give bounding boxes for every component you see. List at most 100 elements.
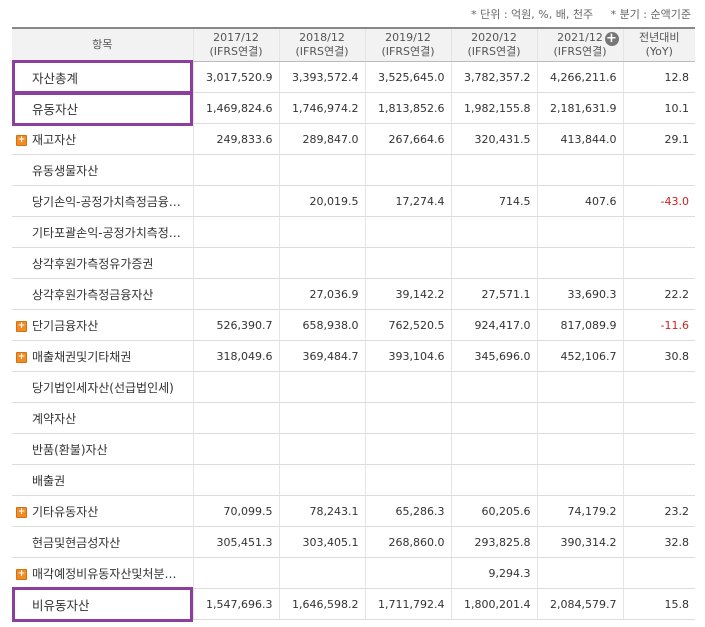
table-row: 현금및현금성자산 305,451.3 303,405.1 268,860.0 293,8… (12, 526, 695, 558)
value-cell (279, 371, 366, 403)
value-cell: 526,390.7 (193, 309, 280, 341)
table-row: 배출권 (12, 464, 695, 496)
row-label: 배출권 (32, 473, 66, 488)
row-label-cell: 유동생물자산 (12, 154, 194, 186)
value-cell: 9,294.3 (451, 557, 538, 589)
value-cell (365, 557, 452, 589)
yoy-cell (623, 216, 695, 248)
add-column-icon[interactable]: + (604, 32, 619, 46)
value-cell: 74,179.2 (537, 495, 624, 527)
table-row: 상각후원가측정유가증권 (12, 247, 695, 279)
header-basis: (IFRS연결) (467, 45, 521, 58)
header-col-yoy: 전년대비 (YoY) (623, 27, 695, 62)
header-year: 2019/12 (385, 31, 431, 44)
yoy-cell (623, 402, 695, 434)
value-cell (193, 216, 280, 248)
highlight-box (12, 90, 193, 126)
value-cell: 452,106.7 (537, 340, 624, 372)
value-cell: 2,181,631.9 (537, 92, 624, 124)
value-cell (537, 247, 624, 279)
value-cell (451, 216, 538, 248)
table-row[interactable]: + 기타유동자산 70,099.5 78,243.1 65,286.3 60,205.6 7… (12, 495, 695, 527)
value-cell (537, 433, 624, 465)
yoy-cell: 10.1 (623, 92, 695, 124)
table-header-row: 항목 2017/12 (IFRS연결) 2018/12 (IFRS연결) 2019/… (12, 27, 695, 62)
table-row: 유동생물자산 (12, 154, 695, 186)
row-label-cell[interactable]: + 단기금융자산 (12, 309, 194, 341)
value-cell: 658,938.0 (279, 309, 366, 341)
value-cell: 3,782,357.2 (451, 61, 538, 93)
header-basis: (IFRS연결) (553, 45, 607, 58)
yoy-cell: 30.8 (623, 340, 695, 372)
row-label: 기타포괄손익-공정가치측정… (32, 225, 181, 240)
row-label: 기타유동자산 (32, 504, 99, 519)
header-year: 2018/12 (299, 31, 345, 44)
value-cell: 70,099.5 (193, 495, 280, 527)
value-cell: 1,711,792.4 (365, 588, 452, 620)
row-label-cell[interactable]: + 매출채권및기타채권 (12, 340, 194, 372)
value-cell: 1,547,696.3 (193, 588, 280, 620)
value-cell (365, 464, 452, 496)
row-label-cell: 현금및현금성자산 (12, 526, 194, 558)
value-cell: 1,800,201.4 (451, 588, 538, 620)
expand-plus-icon[interactable]: + (16, 134, 27, 146)
yoy-cell: -11.6 (623, 309, 695, 341)
value-cell (365, 154, 452, 186)
header-item: 항목 (12, 27, 194, 62)
value-cell: 1,646,598.2 (279, 588, 366, 620)
row-label-cell: 반품(환불)자산 (12, 433, 194, 465)
value-cell (365, 216, 452, 248)
table-row[interactable]: + 매출채권및기타채권 318,049.6 369,484.7 393,104.6 345… (12, 340, 695, 372)
value-cell: 714.5 (451, 185, 538, 217)
row-label-cell: 배출권 (12, 464, 194, 496)
row-label: 상각후원가측정금융자산 (32, 287, 154, 302)
value-cell: 320,431.5 (451, 123, 538, 155)
value-cell (279, 557, 366, 589)
row-label: 현금및현금성자산 (32, 535, 121, 550)
table-row[interactable]: + 단기금융자산 526,390.7 658,938.0 762,520.5 924,41… (12, 309, 695, 341)
table-row: 상각후원가측정금융자산 27,036.9 39,142.2 27,571.1 33,69… (12, 278, 695, 310)
yoy-cell (623, 464, 695, 496)
value-cell: 390,314.2 (537, 526, 624, 558)
value-cell: 267,664.6 (365, 123, 452, 155)
row-label-cell[interactable]: + 기타유동자산 (12, 495, 194, 527)
table-row[interactable]: + 매각예정비유동자산및처분… 9,294.3 (12, 557, 695, 589)
header-year: 2020/12 (471, 31, 517, 44)
table-body: 자산총계 3,017,520.9 3,393,572.4 3,525,645.0 3,7… (12, 61, 695, 620)
expand-plus-icon[interactable]: + (16, 351, 27, 363)
row-label: 유동생물자산 (32, 163, 99, 178)
value-cell: 4,266,211.6 (537, 61, 624, 93)
value-cell (451, 154, 538, 186)
value-cell (279, 216, 366, 248)
table-row[interactable]: + 재고자산 249,833.6 289,847.0 267,664.6 320,431.… (12, 123, 695, 155)
yoy-cell: 12.8 (623, 61, 695, 93)
value-cell: 78,243.1 (279, 495, 366, 527)
row-label: 재고자산 (32, 132, 77, 147)
row-label: 당기손익-공정가치측정금융… (32, 194, 181, 209)
units-note: * 단위 : 억원, %, 배, 천주 * 분기 : 순액기준 (457, 6, 691, 22)
row-label: 단기금융자산 (32, 318, 99, 333)
value-cell (537, 154, 624, 186)
value-cell (537, 402, 624, 434)
value-cell: 1,469,824.6 (193, 92, 280, 124)
value-cell (365, 371, 452, 403)
expand-plus-icon[interactable]: + (16, 568, 27, 580)
row-label-cell: 기타포괄손익-공정가치측정… (12, 216, 194, 248)
value-cell (279, 464, 366, 496)
value-cell (537, 557, 624, 589)
expand-plus-icon[interactable]: + (16, 320, 27, 332)
yoy-cell (623, 433, 695, 465)
value-cell (193, 433, 280, 465)
highlight-box (12, 59, 193, 95)
expand-plus-icon[interactable]: + (16, 506, 27, 518)
value-cell: 17,274.4 (365, 185, 452, 217)
value-cell (193, 154, 280, 186)
table-row: 당기손익-공정가치측정금융… 20,019.5 17,274.4 714.5 407.6… (12, 185, 695, 217)
row-label-cell[interactable]: + 재고자산 (12, 123, 194, 155)
row-label-cell[interactable]: + 매각예정비유동자산및처분… (12, 557, 194, 589)
value-cell: 762,520.5 (365, 309, 452, 341)
value-cell: 3,525,645.0 (365, 61, 452, 93)
header-col-2020: 2020/12 (IFRS연결) (451, 27, 538, 62)
table-row: 계약자산 (12, 402, 695, 434)
header-col-2019: 2019/12 (IFRS연결) (365, 27, 452, 62)
